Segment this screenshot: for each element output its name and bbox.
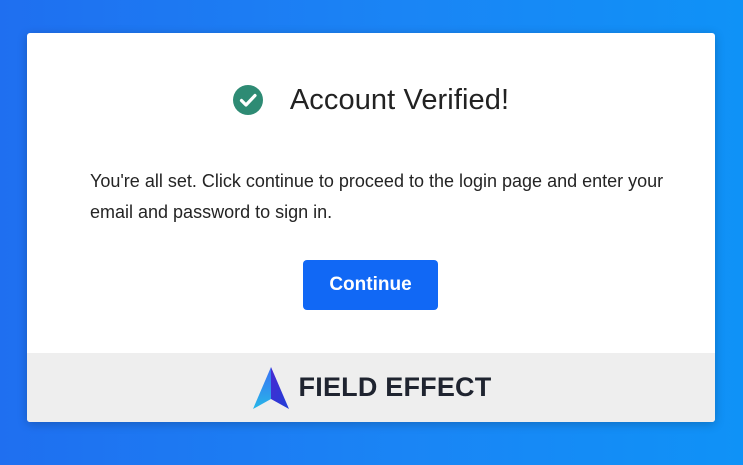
field-effect-logo-icon — [251, 365, 291, 411]
brand-footer: FIELD EFFECT — [27, 353, 715, 422]
verification-message: You're all set. Click continue to procee… — [90, 171, 664, 222]
verification-card: Account Verified! You're all set. Click … — [27, 33, 715, 422]
page-title: Account Verified! — [289, 83, 510, 116]
title-row: Account Verified! — [27, 81, 715, 119]
brand-name: FIELD EFFECT — [298, 372, 492, 402]
continue-button[interactable]: Continue — [303, 260, 438, 310]
check-circle-icon — [232, 85, 263, 115]
